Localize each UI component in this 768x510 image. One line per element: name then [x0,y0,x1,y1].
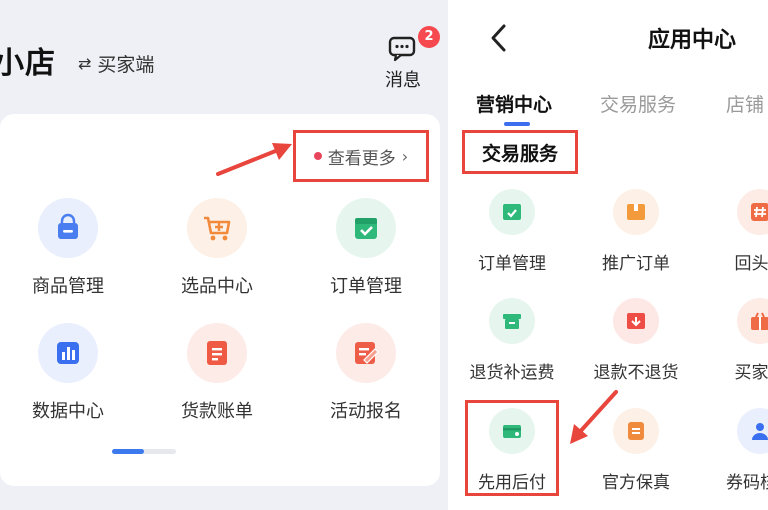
section-title: 交易服务 [462,130,578,174]
hash-icon [737,189,768,235]
bar-chart-icon [38,323,98,383]
service-return-shipping[interactable]: 退货补运费 [457,298,567,383]
service-buyer-show[interactable]: 买家秀 [705,298,768,383]
chevron-left-icon [491,24,506,52]
app-center-panel: 应用中心 营销中心 交易服务 店铺 交易服务 订单管理 推广订单 回头客 退货补… [448,0,768,510]
service-label: 退货补运费 [469,363,555,383]
shop-title: 小店 [0,46,56,81]
return-box-icon [489,298,535,344]
service-label: 买家秀 [734,363,768,383]
grid-item-activity-signup[interactable]: 活动报名 [306,323,426,423]
grid-label: 活动报名 [330,401,402,422]
back-button[interactable] [486,20,516,56]
service-label: 先用后付 [478,473,546,493]
service-order-management[interactable]: 订单管理 [457,189,567,274]
grid-item-payment-bill[interactable]: 货款账单 [157,323,277,423]
grid-item-order-management[interactable]: 订单管理 [306,198,426,298]
page-indicator [112,449,176,454]
annotation-arrow [570,390,618,444]
switch-buyer-button[interactable]: ⇄ 买家端 [78,50,154,77]
service-pay-later[interactable]: 先用后付 [457,408,567,493]
service-voucher-verify[interactable]: 券码核销 [705,408,768,493]
message-count-badge: 2 [418,26,440,48]
messages-label: 消息 [385,70,421,91]
service-promotion-orders[interactable]: 推广订单 [581,189,691,274]
messages-button[interactable]: 2 消息 [376,26,440,92]
refund-icon [613,298,659,344]
promo-box-icon [613,189,659,235]
grid-label: 订单管理 [330,276,402,297]
service-label: 退款不退货 [593,363,679,383]
grid-label: 数据中心 [32,401,104,422]
grid-label: 商品管理 [32,276,104,297]
tab-trade-service[interactable]: 交易服务 [600,90,676,117]
service-returning-customers[interactable]: 回头客 [705,189,768,274]
switch-label: 买家端 [97,54,155,76]
order-check-icon [489,189,535,235]
annotation-arrow [216,143,292,176]
grid-item-product-management[interactable]: 商品管理 [8,198,128,298]
service-refund-only[interactable]: 退款不退货 [581,298,691,383]
grid-label: 货款账单 [181,401,253,422]
bill-icon [187,323,247,383]
gift-icon [737,298,768,344]
service-label: 券码核销 [726,473,768,493]
service-label: 推广订单 [602,254,670,274]
shop-home-panel: 小店 ⇄ 买家端 2 消息 查看更多 › 商品管理 选品中心 订单管理 数据中心… [0,0,448,510]
tab-marketing-center[interactable]: 营销中心 [476,90,552,117]
cart-plus-icon [187,198,247,258]
page-indicator-active [112,449,144,454]
order-check-icon [336,198,396,258]
chat-bubble-icon: 2 [388,26,440,62]
tab-shop[interactable]: 店铺 [726,90,764,117]
card-icon [489,408,535,454]
service-label: 官方保真 [602,473,670,493]
service-label: 订单管理 [478,254,546,274]
see-more-button[interactable]: 查看更多 › [293,130,429,182]
swap-icon: ⇄ [78,54,92,73]
section-title-label: 交易服务 [481,142,558,165]
edit-form-icon [336,323,396,383]
user-icon [737,408,768,454]
grid-label: 选品中心 [181,276,253,297]
grid-item-product-selection[interactable]: 选品中心 [157,198,277,298]
red-dot-icon [313,152,322,160]
grid-item-data-center[interactable]: 数据中心 [8,323,128,423]
see-more-label: 查看更多 [327,148,396,169]
chevron-right-icon: › [401,146,409,166]
active-tab-indicator [504,122,530,126]
service-label: 回头客 [734,254,768,274]
shopping-bag-icon [38,198,98,258]
page-title: 应用中心 [648,28,737,53]
